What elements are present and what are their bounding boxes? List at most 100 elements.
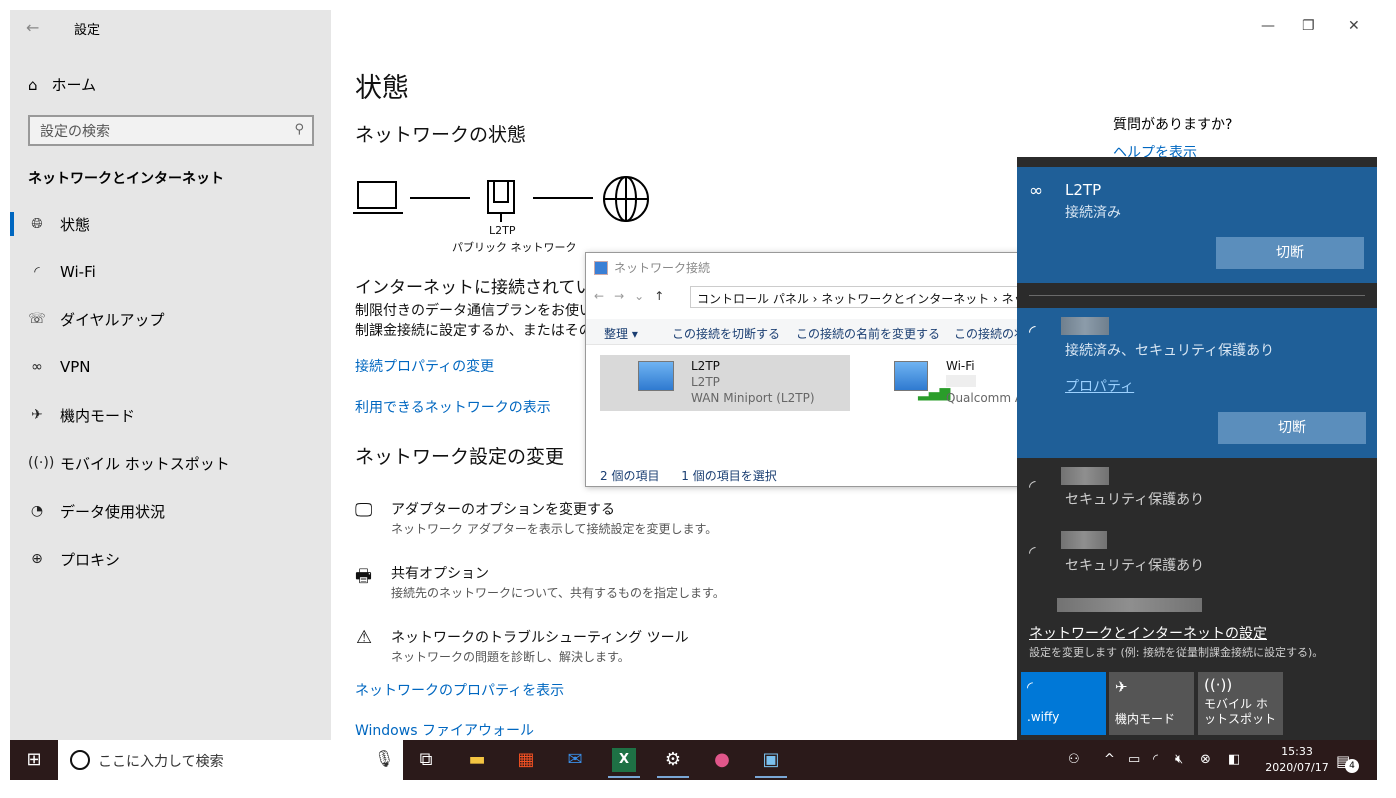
wifi-security: セキュリティ保護あり xyxy=(1065,492,1205,508)
show-hidden-icons-chevron[interactable]: ^ xyxy=(1104,752,1115,767)
file-explorer-icon[interactable]: ▬ xyxy=(465,748,489,772)
nav-home[interactable]: ⌂ ホーム xyxy=(28,74,96,95)
option-sub: ネットワークの問題を診断し、解決します。 xyxy=(391,650,630,664)
excel-icon[interactable]: X xyxy=(612,748,636,772)
sidebar-item-airplane[interactable]: ✈ 機内モード xyxy=(28,403,135,427)
restore-icon[interactable]: ❐ xyxy=(1302,18,1315,34)
vpn-icon: ∞ xyxy=(31,359,43,375)
cortana-icon xyxy=(70,750,90,770)
sidebar-item-wifi[interactable]: ◜ Wi-Fi xyxy=(28,260,96,284)
settings-search-input[interactable]: 設定の検索 ⚲ xyxy=(28,115,314,146)
sidebar-item-proxy[interactable]: ⊕ プロキシ xyxy=(28,547,120,571)
app-tray-icon[interactable]: ◧ xyxy=(1228,752,1240,767)
sidebar-item-hotspot[interactable]: ((·)) モバイル ホットスポット xyxy=(28,451,230,475)
sidebar-item-status[interactable]: 🌐︎ 状態 xyxy=(28,212,90,236)
windows-start-icon[interactable]: ⊞ xyxy=(22,748,46,772)
laptop-icon xyxy=(353,181,403,214)
people-icon[interactable]: ⚇ xyxy=(1068,752,1080,767)
available-networks-link[interactable]: 利用できるネットワークの表示 xyxy=(355,397,551,417)
option-sub: ネットワーク アダプターを表示して接続設定を変更します。 xyxy=(391,522,718,536)
globe-icon xyxy=(603,176,649,222)
network-connections-window: ネットワーク接続 ← → ⌄ ↑ コントロール パネル › ネットワークとインタ… xyxy=(585,252,1030,487)
item-line2: L2TP xyxy=(691,375,720,389)
sidebar-section-heading: ネットワークとインターネット xyxy=(28,171,224,187)
explorer-nav: ← → ⌄ ↑ xyxy=(594,289,664,303)
wifi-connected-card[interactable]: ◜ 接続済み、セキュリティ保護あり プロパティ 切断 xyxy=(1017,308,1377,458)
sidebar-item-data-usage[interactable]: ◔ データ使用状況 xyxy=(28,499,165,523)
up-icon[interactable]: ↑ xyxy=(654,289,664,303)
home-icon: ⌂ xyxy=(28,75,38,94)
quick-tile-wifi[interactable]: ◜ .wiffy xyxy=(1021,672,1106,735)
quick-tile-airplane[interactable]: ✈ 機内モード xyxy=(1109,672,1194,735)
vpn-status: 接続済み xyxy=(1065,205,1121,221)
ssid-redacted xyxy=(1057,598,1202,612)
search-icon: ⚲ xyxy=(294,122,304,137)
search-placeholder: 設定の検索 xyxy=(40,124,110,140)
firewall-link[interactable]: Windows ファイアウォール xyxy=(355,720,534,740)
connection-properties-link[interactable]: 接続プロパティの変更 xyxy=(355,356,494,376)
vpn-disconnect-button[interactable]: 切断 xyxy=(1216,237,1364,269)
settings-gear-icon[interactable]: ⚙ xyxy=(661,748,685,772)
item-line3: Qualcomm At xyxy=(946,391,1026,405)
connection-item-l2tp[interactable]: L2TP L2TP WAN Miniport (L2TP) xyxy=(600,355,850,411)
mail-icon[interactable]: ✉ xyxy=(563,748,587,772)
wifi-properties-link[interactable]: プロパティ xyxy=(1065,376,1134,396)
explorer-title: ネットワーク接続 xyxy=(614,261,711,275)
sidebar-item-label: モバイル ホットスポット xyxy=(60,454,230,473)
address-bar[interactable]: コントロール パネル › ネットワークとインターネット › ネットワ xyxy=(690,286,1030,308)
diagram-node-sub: パブリック ネットワーク xyxy=(452,241,577,254)
network-window-icon[interactable]: ▣ xyxy=(759,748,783,772)
taskbar-clock[interactable]: 15:33 2020/07/17 xyxy=(1262,744,1332,776)
ssid-redacted xyxy=(1061,531,1107,549)
sidebar-item-label: データ使用状況 xyxy=(60,502,166,521)
taskbar-search-box[interactable]: ここに入力して検索 🎙︎ xyxy=(58,740,403,780)
volume-muted-icon[interactable]: 🔇︎ xyxy=(1175,752,1183,767)
explorer-statusbar: 2 個の項目 1 個の項目を選択 xyxy=(600,467,777,484)
nav-home-label: ホーム xyxy=(51,76,97,94)
data-usage-icon: ◔ xyxy=(30,503,44,519)
ssid-redacted xyxy=(1061,467,1109,485)
rename-connection-button[interactable]: この接続の名前を変更する xyxy=(796,325,940,342)
network-properties-link[interactable]: ネットワークのプロパティを表示 xyxy=(355,680,564,700)
error-circle-icon[interactable]: ⊗ xyxy=(1200,752,1211,767)
back-arrow-icon[interactable]: ← xyxy=(26,18,39,37)
vpn-card[interactable]: ∞ L2TP 接続済み 切断 xyxy=(1017,167,1377,283)
forward-icon[interactable]: → xyxy=(614,289,624,303)
option-title: 共有オプション xyxy=(391,566,489,582)
active-indicator xyxy=(608,776,640,778)
task-view-icon[interactable]: ⧉ xyxy=(414,748,438,772)
airplane-icon: ✈ xyxy=(31,407,43,423)
sidebar-item-label: Wi-Fi xyxy=(60,263,96,281)
network-settings-link[interactable]: ネットワークとインターネットの設定 xyxy=(1029,623,1267,643)
wifi-icon: ◜ xyxy=(34,264,40,280)
battery-icon[interactable]: ▭ xyxy=(1128,752,1140,767)
notification-count-badge: 4 xyxy=(1345,759,1359,773)
sidebar-item-dialup[interactable]: ☏ ダイヤルアップ xyxy=(28,307,164,331)
item-line3: WAN Miniport (L2TP) xyxy=(691,391,815,405)
connection-item-wifi[interactable]: ▂▄▆ Wi-Fi Qualcomm At xyxy=(890,355,1026,411)
vpn-node-icon xyxy=(487,180,515,222)
wifi-disconnect-button[interactable]: 切断 xyxy=(1218,412,1366,444)
recent-chevron-icon[interactable]: ⌄ xyxy=(634,289,644,303)
selected-indicator xyxy=(10,212,14,236)
divider xyxy=(1029,295,1365,296)
organize-button[interactable]: 整理 ▾ xyxy=(604,325,638,342)
wifi-icon: ◜ xyxy=(1027,678,1033,696)
close-icon[interactable]: ✕ xyxy=(1348,18,1360,34)
ssid-redacted xyxy=(1061,317,1109,335)
network-diagram xyxy=(353,176,649,222)
microphone-icon[interactable]: 🎙︎ xyxy=(374,749,394,768)
diagram-node-label: L2TP xyxy=(489,224,516,237)
sidebar-item-vpn[interactable]: ∞ VPN xyxy=(28,355,90,379)
connection-status-button[interactable]: この接続の状 xyxy=(954,325,1026,342)
quick-tile-hotspot[interactable]: ((·)) モバイル ホットスポット xyxy=(1198,672,1283,735)
paint-drop-icon[interactable]: ● xyxy=(710,748,734,772)
store-icon[interactable]: ▦ xyxy=(514,748,538,772)
minimize-icon[interactable]: — xyxy=(1261,18,1275,34)
sharing-icon: 🖶︎ xyxy=(355,566,372,587)
wifi-tray-icon[interactable]: ◜ xyxy=(1153,752,1158,767)
page-title: 状態 xyxy=(355,73,409,104)
address-text: コントロール パネル › ネットワークとインターネット › ネットワ xyxy=(697,292,1030,306)
disconnect-connection-button[interactable]: この接続を切断する xyxy=(672,325,780,342)
back-icon[interactable]: ← xyxy=(594,289,604,303)
